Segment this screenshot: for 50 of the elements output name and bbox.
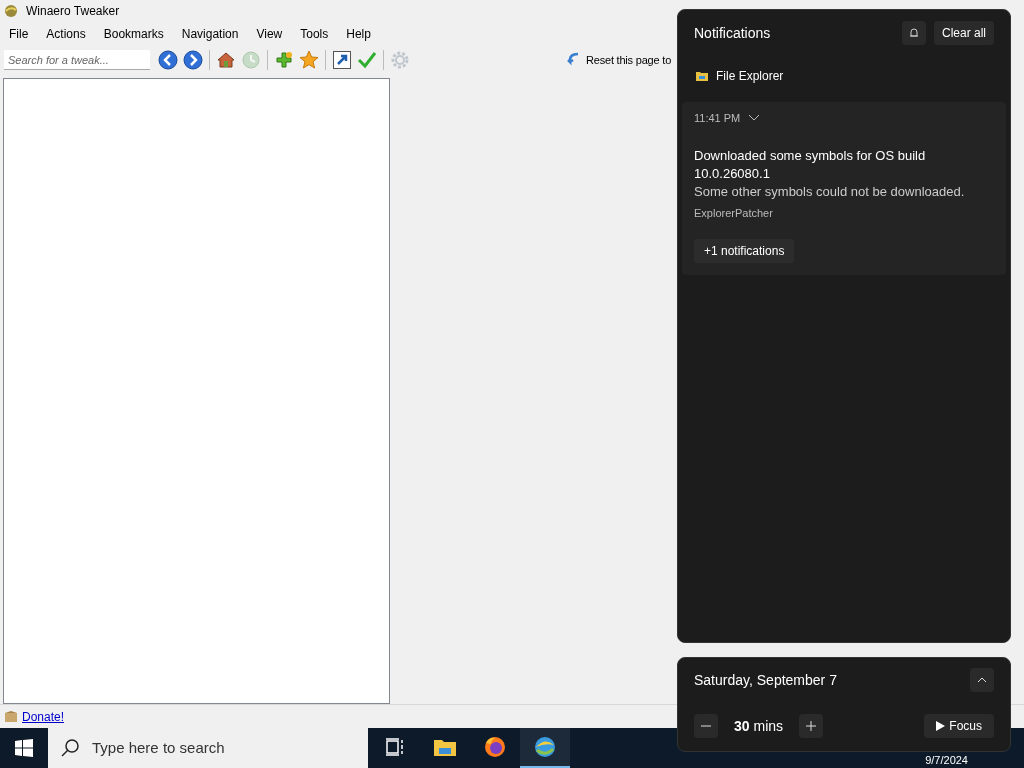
task-view-icon xyxy=(385,738,405,756)
reset-page-button[interactable]: Reset this page to xyxy=(566,51,672,69)
house-icon[interactable] xyxy=(216,50,236,70)
folder-icon xyxy=(696,71,708,81)
box-icon xyxy=(4,710,18,723)
decrease-button[interactable] xyxy=(694,714,718,738)
panel-title: Notifications xyxy=(694,23,772,43)
swirl-globe-icon xyxy=(533,735,557,759)
windows-logo-icon xyxy=(15,739,33,757)
puzzle-plus-icon[interactable] xyxy=(274,50,294,70)
plus-icon xyxy=(806,721,817,731)
fox-globe-icon xyxy=(483,735,507,759)
bell-snooze-icon xyxy=(908,27,920,39)
focus-button[interactable]: Focus xyxy=(924,714,994,738)
menu-item[interactable]: Help xyxy=(339,22,378,46)
play-icon xyxy=(936,721,946,731)
taskbar-app[interactable] xyxy=(520,728,570,768)
menu-item[interactable]: Actions xyxy=(39,22,93,46)
menu-item[interactable]: Navigation xyxy=(174,22,246,46)
increase-button[interactable] xyxy=(799,714,824,738)
back-arrow-icon[interactable] xyxy=(158,50,178,70)
chevron-down-icon[interactable] xyxy=(748,114,761,123)
check-icon[interactable] xyxy=(357,50,377,70)
donate-link[interactable]: Donate! xyxy=(22,707,65,726)
menu-item[interactable]: Tools xyxy=(293,22,336,46)
app-name: File Explorer xyxy=(716,68,784,85)
chevron-up-icon xyxy=(977,677,987,683)
menu-item[interactable]: File xyxy=(2,22,36,46)
forward-arrow-icon[interactable] xyxy=(183,50,203,70)
notification-source: ExplorerPatcher xyxy=(694,205,774,221)
shortcut-arrow-icon[interactable] xyxy=(332,50,352,70)
more-notifications-button[interactable]: +1 notifications xyxy=(694,239,795,263)
search-icon xyxy=(60,738,80,758)
app-icon xyxy=(4,4,18,18)
minus-icon xyxy=(701,725,711,727)
tray-date: 9/7/2024 xyxy=(925,755,968,766)
taskbar-search-field[interactable]: Type here to search xyxy=(48,728,368,768)
notification-title: Downloaded some symbols for OS build 10.0.26080.1 xyxy=(694,146,927,183)
star-icon[interactable] xyxy=(299,50,319,70)
do-not-disturb-button[interactable] xyxy=(902,21,926,45)
menu-item[interactable]: Bookmarks xyxy=(96,22,171,46)
notification-body: Some other symbols could not be downloaded. xyxy=(694,182,966,201)
menu-item[interactable]: View xyxy=(249,22,290,46)
window-title: Winaero Tweaker xyxy=(26,3,120,20)
calendar-date: Saturday, September 7 xyxy=(694,670,838,690)
search-field[interactable]: Search for a tweak... xyxy=(4,50,150,70)
clear-all-button[interactable]: Clear all xyxy=(934,21,994,45)
focus-duration: 30 mins xyxy=(734,716,784,736)
folder-icon xyxy=(433,737,457,757)
notification-time: 11:41 PM xyxy=(694,111,741,126)
